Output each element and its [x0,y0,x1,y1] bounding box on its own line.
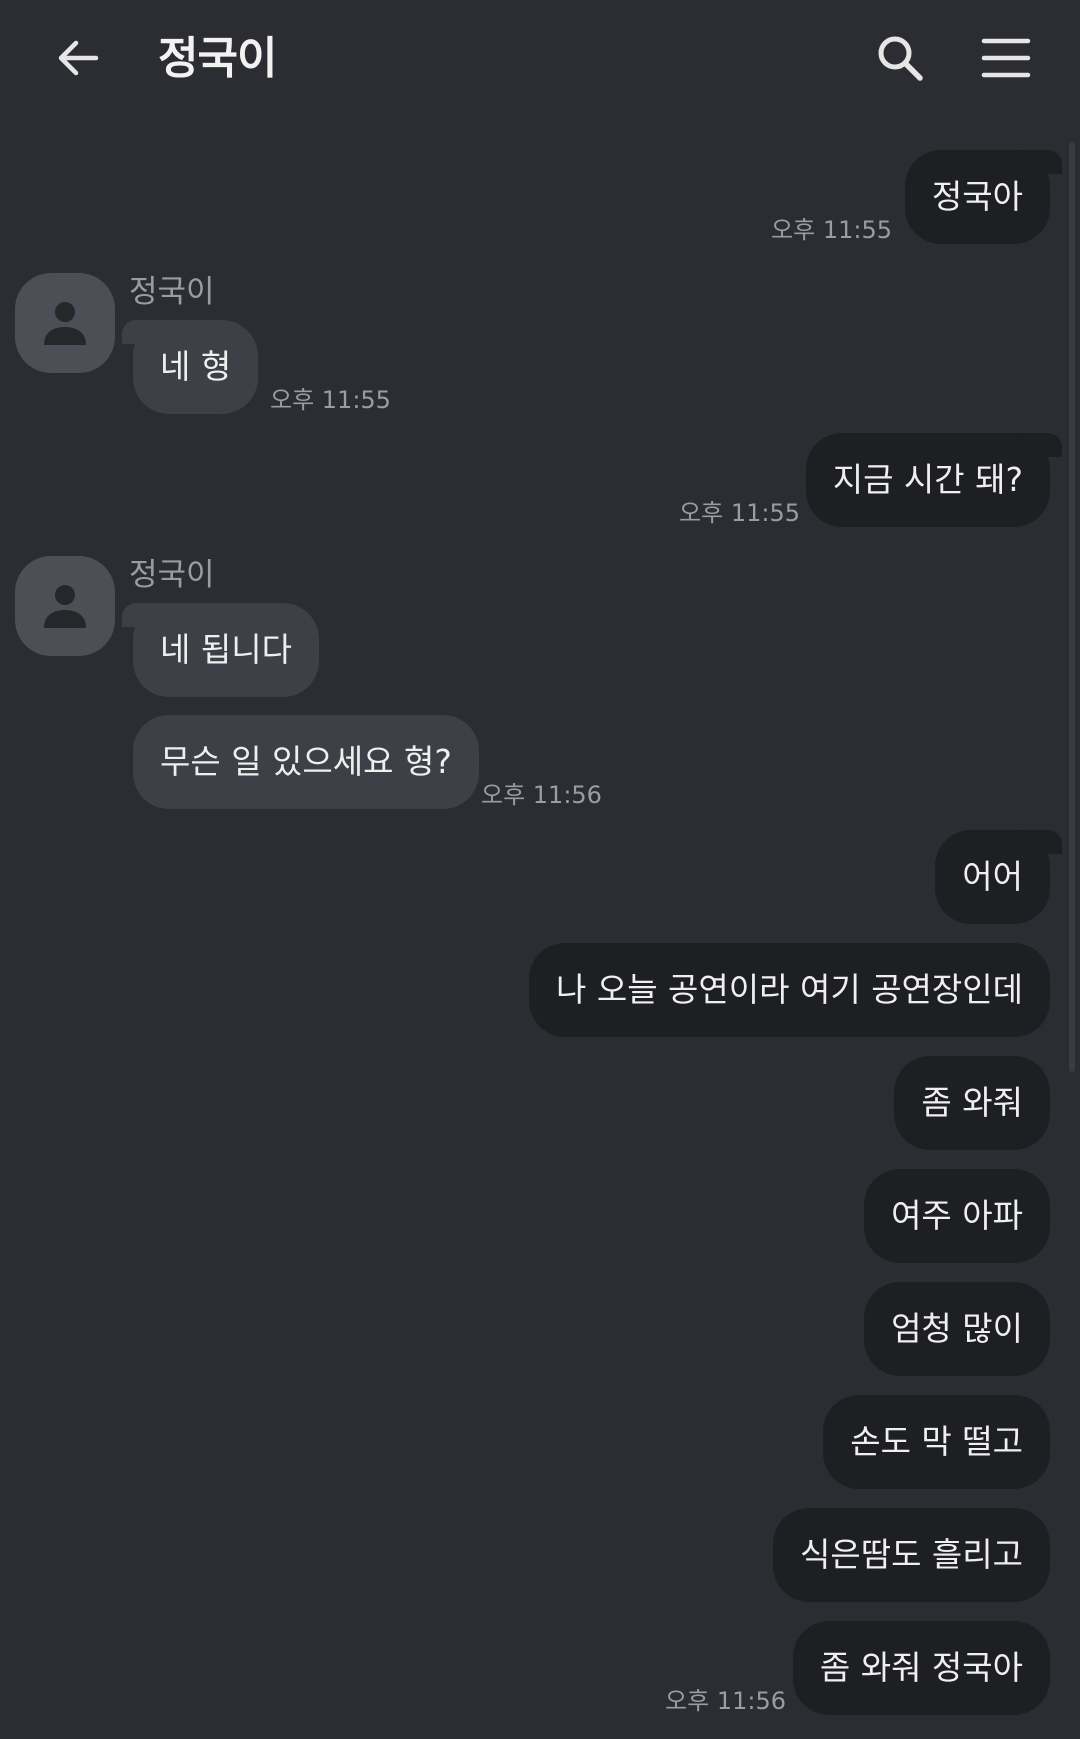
message-timestamp: 오후 11:56 [665,1687,786,1715]
arrow-left-icon [58,40,99,76]
chat-scrollbar[interactable] [1069,142,1075,1072]
sender-name: 정국이 [129,274,215,310]
sent-message-bubble[interactable]: 어어 [935,830,1050,924]
message-timestamp: 오후 11:55 [270,386,391,414]
message-timestamp: 오후 11:55 [771,216,892,244]
chat-title: 정국이 [158,33,277,84]
sent-message-bubble[interactable]: 정국아 [904,150,1050,244]
message-timestamp: 오후 11:56 [481,781,602,809]
received-message-bubble[interactable]: 무슨 일 있으세요 형? [133,715,479,809]
sent-message-bubble[interactable]: 손도 막 떨고 [823,1395,1050,1489]
sent-message-bubble[interactable]: 좀 와줘 [894,1056,1050,1150]
received-message-bubble[interactable]: 네 형 [133,320,259,414]
back-button[interactable] [46,26,110,90]
person-icon [44,585,86,628]
sent-message-bubble[interactable]: 식은땀도 흘리고 [772,1508,1050,1602]
search-icon [878,36,923,81]
person-icon [44,302,86,345]
sent-message-bubble[interactable]: 여주 아파 [864,1169,1050,1263]
sent-message-bubble[interactable]: 나 오늘 공연이라 여기 공연장인데 [529,943,1050,1037]
search-button[interactable] [868,26,932,90]
contact-avatar[interactable] [15,556,115,656]
hamburger-menu-icon [981,38,1031,78]
sender-name: 정국이 [129,557,215,593]
menu-button[interactable] [974,26,1038,90]
sent-message-bubble[interactable]: 지금 시간 돼? [805,433,1050,527]
contact-avatar[interactable] [15,273,115,373]
received-message-bubble[interactable]: 네 됩니다 [133,603,319,697]
chat-header: 정국이 [0,0,1080,118]
message-timestamp: 오후 11:55 [679,499,800,527]
sent-message-bubble[interactable]: 엄청 많이 [864,1282,1050,1376]
sent-message-bubble[interactable]: 좀 와줘 정국아 [792,1621,1050,1715]
